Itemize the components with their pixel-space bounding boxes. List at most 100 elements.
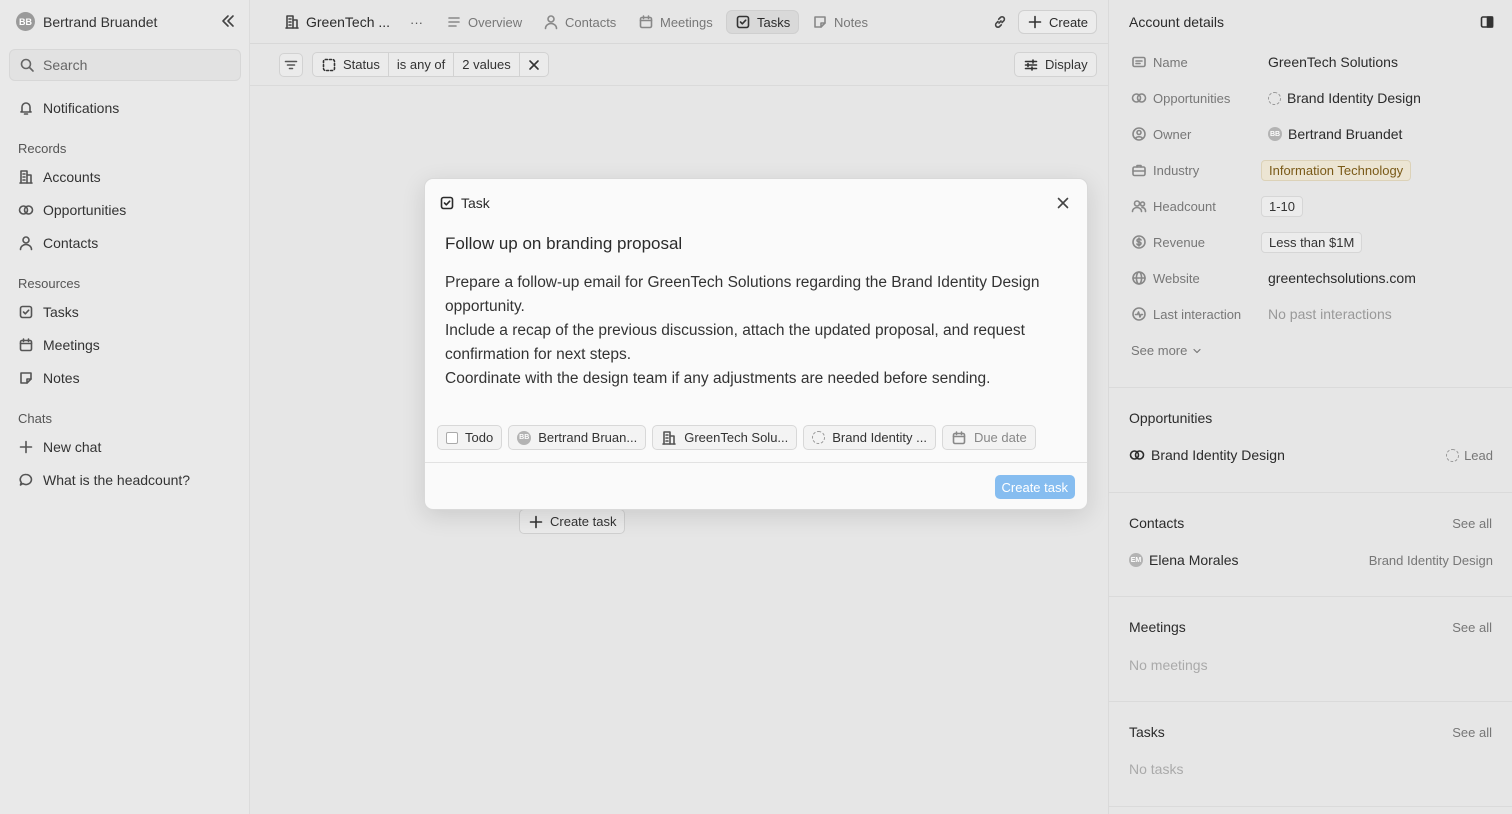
opportunity-chip[interactable]: Brand Identity ... — [803, 425, 936, 450]
tab-overview[interactable]: Overview — [446, 10, 522, 34]
search-icon — [19, 57, 35, 73]
opportunity-name: Brand Identity Design — [1151, 447, 1285, 463]
sidebar-item-tasks[interactable]: Tasks — [18, 304, 79, 320]
tasks-see-all-link[interactable]: See all — [1452, 725, 1492, 740]
opportunities-section-title: Opportunities — [1129, 410, 1213, 426]
see-more-button[interactable]: See more — [1131, 343, 1203, 358]
more-options-button[interactable]: ··· — [410, 10, 423, 34]
field-revenue[interactable]: Revenue Less than $1M — [1131, 230, 1501, 254]
field-industry[interactable]: Industry Information Technology — [1131, 158, 1501, 182]
sidebar-item-notifications[interactable]: Notifications — [18, 100, 119, 116]
record-title[interactable]: GreenTech ... — [284, 10, 390, 34]
checkbox-icon — [439, 195, 455, 211]
filter-button[interactable] — [279, 53, 303, 77]
filter-value[interactable]: 2 values — [454, 53, 520, 76]
opportunities-icon — [18, 202, 34, 218]
contact-related: Brand Identity Design — [1368, 552, 1493, 568]
tab-notes[interactable]: Notes — [812, 10, 868, 34]
contact-avatar: EM — [1129, 553, 1143, 567]
tab-label: Notes — [834, 14, 868, 30]
chevron-down-icon — [1191, 345, 1203, 357]
website-link[interactable]: greentechsolutions.com — [1268, 270, 1416, 286]
display-label: Display — [1045, 57, 1088, 72]
sidebar-item-meetings[interactable]: Meetings — [18, 337, 100, 353]
display-button[interactable]: Display — [1014, 52, 1097, 77]
divider — [1109, 596, 1512, 597]
create-task-button[interactable]: Create task — [994, 475, 1075, 499]
field-owner[interactable]: Owner BB Bertrand Bruandet — [1131, 122, 1501, 146]
tab-tasks[interactable]: Tasks — [726, 10, 800, 34]
plus-icon — [18, 439, 34, 455]
modal-divider — [425, 462, 1087, 463]
tab-contacts[interactable]: Contacts — [543, 10, 616, 34]
create-label: Create — [1049, 14, 1089, 30]
copy-link-button[interactable] — [992, 10, 1008, 34]
workspace-user[interactable]: BB Bertrand Bruandet — [16, 12, 157, 31]
create-button[interactable]: Create — [1018, 10, 1098, 34]
field-opportunities[interactable]: Opportunities Brand Identity Design — [1131, 86, 1501, 110]
person-icon — [18, 235, 34, 251]
person-icon — [543, 14, 559, 30]
plus-icon — [528, 514, 544, 530]
opportunity-item[interactable]: Brand Identity Design Lead — [1129, 447, 1493, 463]
sidebar-item-chat[interactable]: What is the headcount? — [18, 472, 190, 488]
field-website[interactable]: Website greentechsolutions.com — [1131, 266, 1501, 290]
sidebar: BB Bertrand Bruandet Search Notification… — [0, 0, 250, 814]
filter-operator[interactable]: is any of — [389, 53, 455, 76]
field-last-interaction[interactable]: Last interaction No past interactions — [1131, 302, 1501, 326]
task-title-input[interactable]: Follow up on branding proposal — [445, 234, 682, 254]
status-chip[interactable]: Todo — [437, 425, 503, 450]
contacts-see-all-link[interactable]: See all — [1452, 516, 1492, 531]
sidebar-item-label: Contacts — [43, 235, 99, 251]
tab-meetings[interactable]: Meetings — [638, 10, 713, 34]
tab-label: Tasks — [757, 14, 791, 30]
task-properties: Todo BB Bertrand Bruan... GreenTech Solu… — [437, 425, 1036, 450]
due-date-chip[interactable]: Due date — [941, 425, 1036, 450]
field-name[interactable]: Name GreenTech Solutions — [1131, 50, 1501, 74]
sidebar-item-accounts[interactable]: Accounts — [18, 169, 101, 185]
dollar-icon — [1131, 234, 1147, 250]
building-icon — [284, 14, 300, 30]
sidebar-item-label: Notifications — [43, 100, 120, 116]
status-label: Todo — [465, 430, 494, 445]
contact-item[interactable]: EM Elena Morales Brand Identity Design — [1129, 552, 1493, 568]
toggle-panel-icon[interactable] — [1479, 14, 1495, 30]
modal-header: Task — [439, 195, 490, 211]
sliders-icon — [1023, 57, 1039, 73]
activity-icon — [1131, 306, 1147, 322]
field-label: Headcount — [1153, 198, 1216, 214]
account-chip[interactable]: GreenTech Solu... — [652, 425, 798, 450]
field-headcount[interactable]: Headcount 1-10 — [1131, 194, 1501, 218]
sidebar-item-opportunities[interactable]: Opportunities — [18, 202, 126, 218]
sidebar-item-label: Notes — [43, 370, 80, 386]
sidebar-item-notes[interactable]: Notes — [18, 370, 80, 386]
filter-icon — [283, 57, 299, 73]
sidebar-item-new-chat[interactable]: New chat — [18, 439, 101, 455]
opportunities-icon — [1131, 90, 1147, 106]
divider — [1109, 806, 1512, 807]
filter-field[interactable]: Status — [313, 53, 389, 76]
status-filter-chip[interactable]: Status is any of 2 values — [312, 52, 549, 77]
sidebar-item-label: Tasks — [43, 304, 79, 320]
divider — [1109, 492, 1512, 493]
meetings-see-all-link[interactable]: See all — [1452, 620, 1492, 635]
calendar-icon — [18, 337, 34, 353]
assignee-label: Bertrand Bruan... — [538, 430, 638, 445]
owner-avatar: BB — [1268, 127, 1282, 141]
sidebar-item-contacts[interactable]: Contacts — [18, 235, 98, 251]
globe-icon — [1131, 270, 1147, 286]
stage-icon — [1268, 91, 1281, 105]
filter-bar: Status is any of 2 values Display — [250, 44, 1108, 86]
collapse-sidebar-icon[interactable] — [220, 13, 236, 29]
field-label: Owner — [1153, 126, 1192, 142]
list-icon — [446, 14, 462, 30]
divider — [1109, 701, 1512, 702]
assignee-chip[interactable]: BB Bertrand Bruan... — [508, 425, 647, 450]
search-button[interactable]: Search — [9, 49, 241, 81]
task-description-input[interactable]: Prepare a follow-up email for GreenTech … — [445, 271, 1070, 391]
remove-filter-button[interactable] — [520, 53, 548, 76]
record-topbar: GreenTech ... ··· Overview Contacts Meet… — [250, 0, 1108, 44]
create-task-button-background[interactable]: Create task — [519, 509, 626, 534]
sidebar-item-label: What is the headcount? — [43, 472, 191, 488]
close-modal-icon[interactable] — [1055, 195, 1071, 211]
